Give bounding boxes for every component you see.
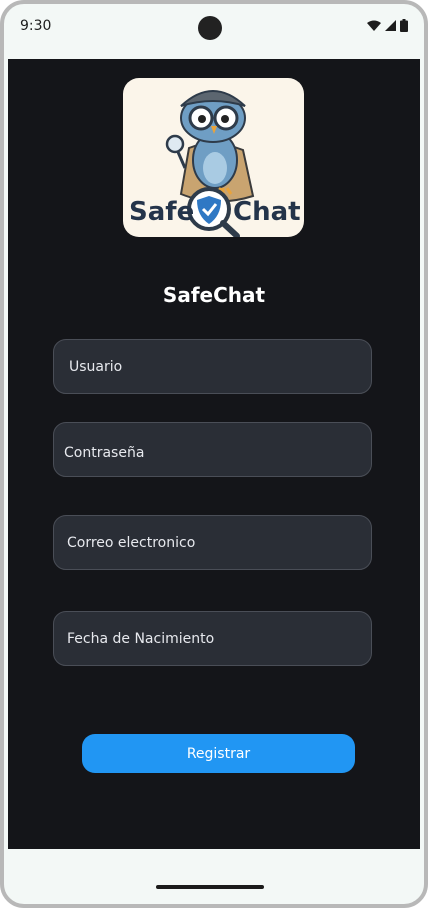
app-screen: Safe Chat SafeChat Usuario Contraseña Co… xyxy=(8,59,420,849)
system-icons xyxy=(367,19,408,32)
email-field[interactable]: Correo electronico xyxy=(53,515,372,570)
password-label: Contraseña xyxy=(64,444,145,461)
battery-icon xyxy=(400,19,408,32)
page-title: SafeChat xyxy=(162,283,266,307)
birthdate-label: Fecha de Nacimiento xyxy=(67,630,215,647)
front-camera xyxy=(198,16,222,40)
username-label: Usuario xyxy=(69,358,123,375)
username-field[interactable]: Usuario xyxy=(53,339,372,394)
phone-frame: 9:30 Safe Chat SafeChat Usuario Contrase… xyxy=(0,0,428,908)
home-gesture-handle[interactable] xyxy=(156,885,264,889)
status-bar: 9:30 xyxy=(4,4,424,59)
wifi-icon xyxy=(367,20,381,31)
register-button[interactable]: Registrar xyxy=(82,734,355,773)
status-time: 9:30 xyxy=(20,18,52,34)
app-logo: Safe Chat xyxy=(123,78,304,237)
owl-logo-icon: Safe Chat xyxy=(129,90,301,237)
email-label: Correo electronico xyxy=(67,534,196,551)
signal-icon xyxy=(385,20,396,31)
password-field[interactable]: Contraseña xyxy=(53,422,372,477)
birthdate-field[interactable]: Fecha de Nacimiento xyxy=(53,611,372,666)
logo-text-chat: Chat xyxy=(233,197,301,227)
navigation-bar xyxy=(4,849,424,904)
logo-text-safe: Safe xyxy=(129,197,194,227)
